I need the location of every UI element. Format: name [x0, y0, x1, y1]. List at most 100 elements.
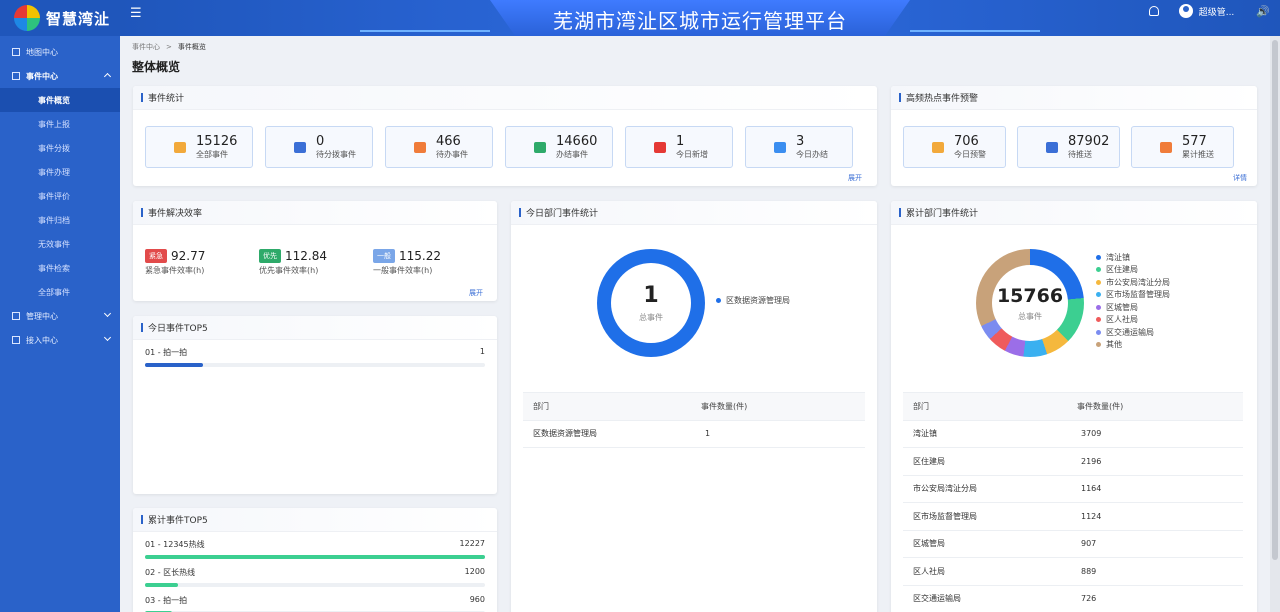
stat-icon [1160, 141, 1172, 153]
today-dept-legend: 区数据资源管理局 [716, 294, 790, 307]
today-dept-card: 今日部门事件统计 1 总事件 区数据资源管理局 部门 事件数量(件) 区数据资源管理… [511, 201, 877, 612]
event-stat-2[interactable]: 466 待办事件 [385, 126, 493, 168]
sidebar-subitem-archive[interactable]: 事件归档 [0, 208, 120, 232]
top5-row[interactable]: 02 - 区长热线 1200 [145, 567, 485, 578]
table-row[interactable]: 区人社局 889 [903, 558, 1243, 586]
table-row[interactable]: 区住建局 2196 [903, 448, 1243, 476]
breadcrumb-root[interactable]: 事件中心 [132, 43, 160, 51]
sidebar-subitem-evaluate[interactable]: 事件评价 [0, 184, 120, 208]
table-row[interactable]: 区城管局 907 [903, 531, 1243, 558]
expand-link[interactable]: 展开 [469, 288, 483, 298]
legend-item[interactable]: 区市场监督管理局 [1096, 289, 1170, 302]
hotspot-stat-2[interactable]: 577 累计推送 [1131, 126, 1234, 168]
expand-link[interactable]: 展开 [848, 173, 862, 183]
stat-label: 今日新增 [676, 149, 708, 159]
legend-item[interactable]: 区数据资源管理局 [716, 294, 790, 307]
sidebar-item-event-center[interactable]: 事件中心 [0, 64, 120, 88]
platform-title: 芜湖市湾沚区城市运行管理平台 [553, 9, 847, 33]
stat-text: 14660 办结事件 [556, 133, 598, 160]
event-stat-0[interactable]: 15126 全部事件 [145, 126, 253, 168]
legend-item[interactable]: 区人社局 [1096, 314, 1170, 327]
stat-value: 15126 [196, 133, 238, 149]
details-link[interactable]: 详情 [1233, 173, 1247, 183]
legend-item[interactable]: 区交通运输局 [1096, 326, 1170, 339]
breadcrumb-current: 事件概览 [177, 43, 206, 51]
stat-text: 1 今日新增 [676, 134, 708, 160]
legend-item[interactable]: 区住建局 [1096, 264, 1170, 277]
count-cell: 1164 [1081, 484, 1102, 494]
table-row[interactable]: 区数据资源管理局 1 [523, 421, 865, 448]
stat-text: 87902 待推送 [1068, 133, 1110, 160]
total-donut-center: 15766 总事件 [992, 265, 1068, 341]
top5-row[interactable]: 03 - 拍一拍 960 [145, 595, 485, 606]
dept-cell: 区城管局 [913, 539, 945, 549]
legend-label: 其他 [1106, 340, 1122, 350]
legend-item[interactable]: 区城管局 [1096, 301, 1170, 314]
priority-badge: 一般 [373, 248, 395, 263]
top5-label: 03 - 拍一拍 [145, 596, 188, 605]
sidebar-item-label: 接入中心 [26, 335, 58, 345]
table-row[interactable]: 区交通运输局 726 [903, 586, 1243, 612]
legend-item[interactable]: 湾沚镇 [1096, 251, 1170, 264]
total-dept-card: 累计部门事件统计 15766 总事件 湾沚镇 区住建局 市公安局湾沚分局 区市场监督管… [891, 201, 1257, 612]
table-header: 部门 事件数量(件) [903, 393, 1243, 421]
speaker-icon[interactable]: 🔊 [1256, 5, 1270, 18]
sidebar-item-management-center[interactable]: 管理中心 [0, 304, 120, 328]
legend-item[interactable]: 其他 [1096, 339, 1170, 352]
top5-row[interactable]: 01 - 12345热线 12227 [145, 539, 485, 550]
event-stat-1[interactable]: 0 待分拨事件 [265, 126, 373, 168]
scrollbar-thumb[interactable] [1272, 40, 1278, 560]
sidebar-subitem-all[interactable]: 全部事件 [0, 280, 120, 304]
sidebar-subitem-invalid[interactable]: 无效事件 [0, 232, 120, 256]
stat-value: 87902 [1068, 133, 1110, 149]
avatar[interactable] [1178, 4, 1193, 18]
table-row[interactable]: 市公安局湾沚分局 1164 [903, 476, 1243, 503]
event-stat-4[interactable]: 1 今日新增 [625, 126, 733, 168]
today-top5-card: 今日事件TOP5 01 - 拍一拍 1 [133, 316, 497, 494]
header-glow-left [360, 30, 490, 32]
sidebar-subitem-report[interactable]: 事件上报 [0, 112, 120, 136]
sidebar-subitem-overview[interactable]: 事件概览 [0, 88, 120, 112]
chevron-up-icon [103, 72, 112, 81]
sidebar-subitem-search[interactable]: 事件检索 [0, 256, 120, 280]
header-actions: 超级管... 🔊 [1148, 4, 1270, 18]
sidebar-item-access-center[interactable]: 接入中心 [0, 328, 120, 352]
sidebar-subitem-label: 全部事件 [38, 287, 70, 297]
legend-dot [1096, 317, 1101, 323]
user-name[interactable]: 超级管... [1199, 5, 1235, 18]
sidebar-item-label: 事件中心 [26, 71, 58, 81]
brand[interactable]: 智慧湾沚 [0, 0, 120, 36]
stat-icon [932, 141, 944, 153]
stat-icon [774, 141, 786, 153]
event-stat-3[interactable]: 14660 办结事件 [505, 126, 613, 168]
column-header-count: 事件数量(件) [701, 401, 748, 411]
efficiency-value-row: 一般 115.22 [373, 248, 441, 263]
page-scrollbar[interactable] [1270, 36, 1280, 612]
legend-item[interactable]: 市公安局湾沚分局 [1096, 276, 1170, 289]
count-cell: 2196 [1081, 456, 1102, 466]
sidebar-item-map-center[interactable]: 地图中心 [0, 40, 120, 64]
sidebar-subitem-dispatch[interactable]: 事件分拨 [0, 136, 120, 160]
efficiency-label: 优先事件效率(h) [259, 265, 319, 275]
table-row[interactable]: 湾沚镇 3709 [903, 421, 1243, 448]
dept-cell: 区市场监督管理局 [913, 511, 977, 521]
top5-row[interactable]: 01 - 拍一拍 1 [145, 347, 485, 358]
menu-toggle-icon[interactable]: ☰ [130, 6, 142, 21]
hotspot-stat-0[interactable]: 706 今日预警 [903, 126, 1006, 168]
legend-label: 区住建局 [1106, 265, 1138, 275]
top5-label: 02 - 区长热线 [145, 568, 196, 577]
priority-badge: 紧急 [145, 248, 167, 263]
stat-text: 466 待办事件 [436, 134, 468, 160]
sidebar-subitem-handle[interactable]: 事件办理 [0, 160, 120, 184]
card-title: 今日事件TOP5 [133, 316, 497, 340]
stat-label: 待推送 [1068, 149, 1092, 159]
brand-name: 智慧湾沚 [46, 9, 111, 28]
hotspot-stat-1[interactable]: 87902 待推送 [1017, 126, 1120, 168]
bell-icon[interactable] [1148, 6, 1159, 16]
efficiency-item-0: 紧急 92.77 紧急事件效率(h) [145, 248, 205, 276]
event-submenu: 事件概览 事件上报 事件分拨 事件办理 事件评价 事件归档 无效事件 事件检索 … [0, 88, 120, 304]
stat-value: 14660 [556, 133, 598, 149]
table-row[interactable]: 区市场监督管理局 1124 [903, 503, 1243, 531]
stat-value: 3 [796, 133, 805, 149]
event-stat-5[interactable]: 3 今日办结 [745, 126, 853, 168]
